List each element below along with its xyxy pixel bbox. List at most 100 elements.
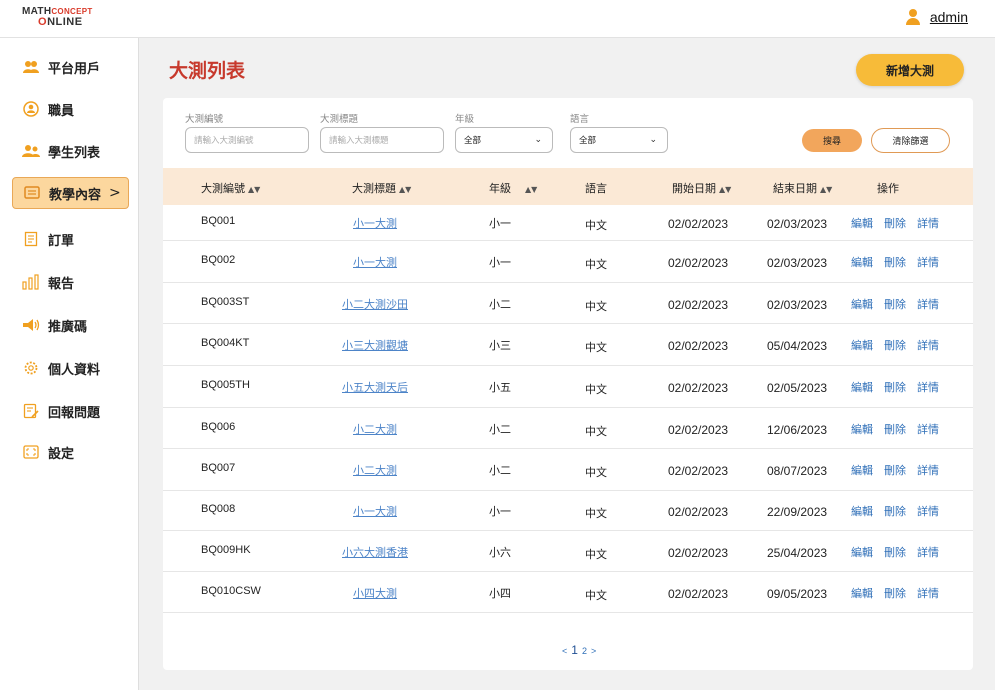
details-action-link[interactable]: 詳情 bbox=[917, 544, 939, 560]
cell-start-date: 02/02/2023 bbox=[668, 464, 729, 478]
cell-exam-title-link[interactable]: 小六大測香港 bbox=[342, 544, 408, 560]
pagination-page-2[interactable]: 2 bbox=[582, 646, 587, 656]
cell-end-date: 12/06/2023 bbox=[767, 423, 828, 437]
edit-action-link[interactable]: 編輯 bbox=[851, 585, 873, 601]
sidebar-item-orders[interactable]: 訂單 bbox=[12, 223, 129, 255]
cell-exam-title-link[interactable]: 小二大測 bbox=[353, 462, 397, 478]
sort-icon: ▲▼ bbox=[719, 185, 732, 194]
filter-language-label: 語言 bbox=[570, 114, 590, 125]
delete-action-link[interactable]: 刪除 bbox=[884, 544, 906, 560]
logo-text-o: O bbox=[38, 16, 48, 28]
delete-action-link[interactable]: 刪除 bbox=[884, 462, 906, 478]
details-action-link[interactable]: 詳情 bbox=[917, 462, 939, 478]
cell-start-date: 02/02/2023 bbox=[668, 217, 729, 231]
filter-grade-value: 全部 bbox=[464, 136, 482, 146]
megaphone-icon bbox=[22, 317, 40, 333]
sidebar-item-label: 推廣碼 bbox=[48, 319, 88, 335]
details-action-link[interactable]: 詳情 bbox=[917, 296, 939, 312]
cell-exam-id: BQ001 bbox=[201, 215, 236, 227]
details-action-link[interactable]: 詳情 bbox=[917, 254, 939, 270]
sidebar-item-students[interactable]: 學生列表 bbox=[12, 135, 129, 167]
cell-exam-title-link[interactable]: 小一大測 bbox=[353, 503, 397, 519]
delete-action-link[interactable]: 刪除 bbox=[884, 215, 906, 231]
details-action-link[interactable]: 詳情 bbox=[917, 379, 939, 395]
sidebar-item-staff[interactable]: 職員 bbox=[12, 93, 129, 125]
sidebar-item-platform-users[interactable]: 平台用戶 bbox=[12, 51, 129, 83]
cell-language: 中文 bbox=[585, 548, 607, 561]
column-header-start-date[interactable]: 開始日期 ▲▼ bbox=[672, 180, 731, 196]
filter-title-input[interactable]: 請輸入大測標題 bbox=[320, 127, 444, 153]
cell-grade: 小一 bbox=[489, 217, 511, 230]
edit-action-link[interactable]: 編輯 bbox=[851, 503, 873, 519]
logo-text-concept: CONCEPT bbox=[51, 7, 93, 16]
delete-action-link[interactable]: 刪除 bbox=[884, 503, 906, 519]
edit-action-link[interactable]: 編輯 bbox=[851, 215, 873, 231]
cell-exam-title-link[interactable]: 小一大測 bbox=[353, 215, 397, 231]
sidebar-item-settings[interactable]: 設定 bbox=[12, 436, 129, 468]
cell-exam-id: BQ008 bbox=[201, 503, 236, 515]
filter-title-label: 大測標題 bbox=[320, 114, 359, 125]
edit-action-link[interactable]: 編輯 bbox=[851, 544, 873, 560]
details-action-link[interactable]: 詳情 bbox=[917, 585, 939, 601]
cell-exam-title-link[interactable]: 小二大測 bbox=[353, 421, 397, 437]
delete-action-link[interactable]: 刪除 bbox=[884, 421, 906, 437]
details-action-link[interactable]: 詳情 bbox=[917, 503, 939, 519]
delete-action-link[interactable]: 刪除 bbox=[884, 296, 906, 312]
details-action-link[interactable]: 詳情 bbox=[917, 421, 939, 437]
cell-exam-id: BQ010CSW bbox=[201, 585, 261, 597]
cell-exam-title-link[interactable]: 小一大測 bbox=[353, 254, 397, 270]
delete-action-link[interactable]: 刪除 bbox=[884, 379, 906, 395]
clear-filters-button[interactable]: 清除篩選 bbox=[871, 128, 950, 153]
sidebar-item-report-issue[interactable]: 回報問題 bbox=[12, 395, 129, 427]
details-action-link[interactable]: 詳情 bbox=[917, 215, 939, 231]
cell-end-date: 25/04/2023 bbox=[767, 546, 828, 560]
cell-start-date: 02/02/2023 bbox=[668, 298, 729, 312]
table-row: BQ001 小一大測 小一 中文 02/02/2023 02/03/2023 編輯 刪除 詳情 bbox=[163, 205, 973, 241]
cell-start-date: 02/02/2023 bbox=[668, 423, 729, 437]
cell-grade: 小五 bbox=[489, 381, 511, 394]
cell-exam-title-link[interactable]: 小三大測觀塘 bbox=[342, 337, 408, 353]
details-action-link[interactable]: 詳情 bbox=[917, 337, 939, 353]
edit-action-link[interactable]: 編輯 bbox=[851, 462, 873, 478]
column-header-id[interactable]: 大測編號 ▲▼ bbox=[201, 180, 260, 196]
pagination-next[interactable]: > bbox=[591, 646, 596, 656]
sidebar-item-promo-codes[interactable]: 推廣碼 bbox=[12, 309, 129, 341]
column-header-end-date[interactable]: 結束日期 ▲▼ bbox=[773, 180, 832, 196]
sidebar-item-profile[interactable]: 個人資料 bbox=[12, 352, 129, 384]
cell-exam-title-link[interactable]: 小五大測天后 bbox=[342, 379, 408, 395]
sort-icon: ▲▼ bbox=[525, 185, 538, 194]
cell-grade: 小二 bbox=[489, 423, 511, 436]
user-name-link[interactable]: admin bbox=[930, 9, 968, 25]
edit-action-link[interactable]: 編輯 bbox=[851, 254, 873, 270]
filter-language-value: 全部 bbox=[579, 136, 597, 146]
cell-exam-title-link[interactable]: 小四大測 bbox=[353, 585, 397, 601]
delete-action-link[interactable]: 刪除 bbox=[884, 254, 906, 270]
pagination-prev[interactable]: < bbox=[562, 646, 567, 656]
pagination-page-1[interactable]: 1 bbox=[571, 643, 578, 657]
edit-action-link[interactable]: 編輯 bbox=[851, 337, 873, 353]
edit-action-link[interactable]: 編輯 bbox=[851, 379, 873, 395]
chevron-down-icon: ⌄ bbox=[534, 135, 542, 145]
sidebar-item-reports[interactable]: 報告 bbox=[12, 266, 129, 298]
add-exam-button[interactable]: 新增大測 bbox=[856, 54, 964, 86]
sidebar-item-teaching-content[interactable]: 教學內容 > bbox=[12, 177, 129, 209]
filter-language-select[interactable]: 全部 ⌄ bbox=[570, 127, 668, 153]
cell-exam-id: BQ002 bbox=[201, 254, 236, 266]
report-icon bbox=[22, 403, 40, 419]
edit-action-link[interactable]: 編輯 bbox=[851, 296, 873, 312]
delete-action-link[interactable]: 刪除 bbox=[884, 337, 906, 353]
table-row: BQ004KT 小三大測觀塘 小三 中文 02/02/2023 05/04/2023 編輯刪… bbox=[163, 324, 973, 366]
filter-grade-label: 年級 bbox=[455, 114, 475, 125]
user-menu[interactable]: admin bbox=[905, 9, 968, 25]
delete-action-link[interactable]: 刪除 bbox=[884, 585, 906, 601]
edit-action-link[interactable]: 編輯 bbox=[851, 421, 873, 437]
cell-exam-title-link[interactable]: 小二大測沙田 bbox=[342, 296, 408, 312]
column-header-title[interactable]: 大測標題 ▲▼ bbox=[352, 180, 411, 196]
filter-grade-select[interactable]: 全部 ⌄ bbox=[455, 127, 553, 153]
search-button[interactable]: 搜尋 bbox=[802, 129, 862, 152]
filter-id-input[interactable]: 請輸入大測編號 bbox=[185, 127, 309, 153]
cell-exam-id: BQ005TH bbox=[201, 379, 250, 391]
column-header-grade[interactable]: 年級 ▲▼ bbox=[489, 180, 537, 196]
cell-grade: 小一 bbox=[489, 256, 511, 269]
logo[interactable]: MATHCONCEPT ONLINE bbox=[22, 7, 93, 28]
